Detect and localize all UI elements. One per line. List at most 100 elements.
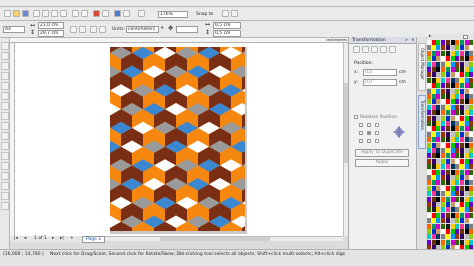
color-swatch[interactable] — [464, 99, 469, 105]
color-swatch[interactable] — [469, 153, 474, 159]
color-swatch[interactable] — [469, 88, 474, 94]
color-swatch[interactable] — [450, 229, 455, 234]
color-swatch[interactable] — [431, 196, 436, 202]
color-swatch[interactable] — [431, 207, 436, 213]
color-swatch[interactable] — [455, 234, 460, 240]
color-swatch[interactable] — [441, 115, 446, 121]
color-swatch[interactable] — [455, 126, 460, 132]
color-swatch[interactable] — [431, 223, 436, 229]
color-swatch[interactable] — [441, 229, 446, 234]
color-swatch[interactable] — [436, 180, 441, 186]
color-swatch[interactable] — [469, 142, 474, 148]
color-swatch[interactable] — [436, 229, 441, 234]
color-swatch[interactable] — [464, 67, 469, 72]
color-swatch[interactable] — [459, 175, 464, 180]
all-pages-icon[interactable] — [90, 26, 97, 33]
color-swatch[interactable] — [455, 218, 460, 224]
color-swatch[interactable] — [431, 175, 436, 180]
color-swatch[interactable] — [450, 104, 455, 110]
color-swatch[interactable] — [464, 137, 469, 143]
color-swatch[interactable] — [427, 223, 431, 229]
color-swatch[interactable] — [450, 153, 455, 159]
color-swatch[interactable] — [441, 50, 446, 56]
ellipse-tool-icon[interactable] — [1, 112, 9, 120]
color-swatch[interactable] — [445, 83, 450, 89]
color-swatch[interactable] — [445, 131, 450, 137]
no-color-swatch[interactable] — [463, 35, 468, 39]
anchor-middle-left[interactable] — [359, 131, 363, 135]
color-swatch[interactable] — [427, 202, 431, 207]
color-swatch[interactable] — [431, 121, 436, 126]
color-swatch[interactable] — [450, 191, 455, 197]
color-swatch[interactable] — [427, 169, 431, 175]
color-swatch[interactable] — [436, 67, 441, 72]
color-swatch[interactable] — [459, 153, 464, 159]
color-swatch[interactable] — [441, 104, 446, 110]
color-swatch[interactable] — [427, 153, 431, 159]
color-swatch[interactable] — [436, 121, 441, 126]
color-swatch[interactable] — [427, 56, 431, 62]
color-swatch[interactable] — [464, 196, 469, 202]
color-swatch[interactable] — [427, 207, 431, 213]
color-swatch[interactable] — [441, 88, 446, 94]
color-swatch[interactable] — [441, 180, 446, 186]
color-swatch[interactable] — [436, 158, 441, 164]
freehand-tool-icon[interactable] — [1, 82, 9, 90]
zoom-tool-icon[interactable] — [1, 72, 9, 80]
color-swatch[interactable] — [455, 196, 460, 202]
smart-fill-icon[interactable] — [1, 202, 9, 210]
color-swatch[interactable] — [441, 121, 446, 126]
color-swatch[interactable] — [427, 94, 431, 99]
color-swatch[interactable] — [469, 72, 474, 78]
anchor-top-center[interactable] — [367, 123, 371, 127]
color-swatch[interactable] — [436, 77, 441, 83]
color-swatch[interactable] — [455, 50, 460, 56]
color-swatch[interactable] — [427, 148, 431, 153]
color-swatch[interactable] — [436, 191, 441, 197]
color-swatch[interactable] — [459, 180, 464, 186]
color-swatch[interactable] — [445, 121, 450, 126]
color-swatch[interactable] — [427, 164, 431, 170]
skew-tab-icon[interactable] — [389, 46, 396, 53]
color-swatch[interactable] — [464, 191, 469, 197]
color-swatch[interactable] — [464, 110, 469, 116]
color-swatch[interactable] — [431, 126, 436, 132]
color-swatch[interactable] — [436, 40, 441, 45]
color-swatch[interactable] — [459, 50, 464, 56]
color-swatch[interactable] — [431, 131, 436, 137]
color-swatch[interactable] — [445, 180, 450, 186]
color-swatch[interactable] — [450, 50, 455, 56]
color-swatch[interactable] — [459, 61, 464, 67]
color-swatch[interactable] — [436, 99, 441, 105]
color-swatch[interactable] — [431, 185, 436, 191]
apply-to-duplicate-button[interactable]: Apply To Duplicate — [355, 149, 409, 157]
tab-page-1[interactable]: Page 1 — [82, 236, 106, 243]
color-swatch[interactable] — [427, 99, 431, 105]
color-swatch[interactable] — [427, 67, 431, 72]
color-swatch[interactable] — [469, 164, 474, 170]
color-swatch[interactable] — [459, 110, 464, 116]
color-swatch[interactable] — [469, 137, 474, 143]
color-swatch[interactable] — [469, 158, 474, 164]
color-swatch[interactable] — [431, 202, 436, 207]
color-swatch[interactable] — [469, 131, 474, 137]
color-swatch[interactable] — [450, 185, 455, 191]
units-select[interactable]: centimeters — [126, 26, 159, 33]
color-swatch[interactable] — [469, 94, 474, 99]
color-swatch[interactable] — [455, 45, 460, 51]
color-swatch[interactable] — [427, 61, 431, 67]
color-swatch[interactable] — [431, 234, 436, 240]
color-swatch[interactable] — [455, 110, 460, 116]
color-swatch[interactable] — [436, 72, 441, 78]
color-swatch[interactable] — [464, 207, 469, 213]
color-swatch[interactable] — [441, 212, 446, 218]
color-swatch[interactable] — [441, 185, 446, 191]
color-swatch[interactable] — [431, 99, 436, 105]
color-swatch[interactable] — [441, 153, 446, 159]
close-icon[interactable]: × — [411, 38, 415, 43]
color-swatch[interactable] — [450, 61, 455, 67]
color-swatch[interactable] — [469, 115, 474, 121]
color-swatch[interactable] — [431, 45, 436, 51]
color-swatch[interactable] — [469, 148, 474, 153]
crop-tool-icon[interactable] — [1, 62, 9, 70]
